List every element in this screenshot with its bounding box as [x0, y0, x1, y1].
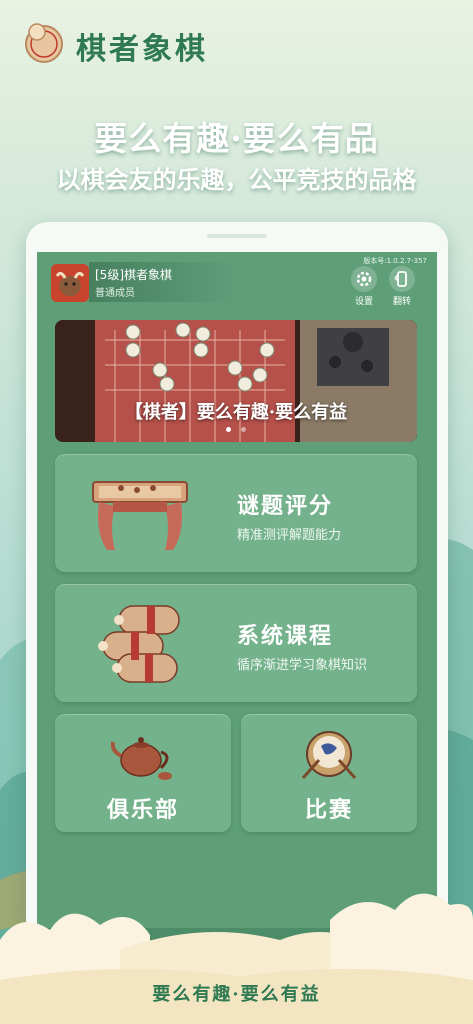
- hero-slogan-line2: 以棋会友的乐趣，公平竞技的品格: [56, 165, 417, 194]
- course-card-title: 系统课程: [237, 623, 334, 649]
- user-avatar[interactable]: [51, 264, 89, 302]
- puzzle-card-title: 谜题评分: [237, 493, 334, 519]
- gear-icon: [351, 266, 377, 292]
- banner-pagination: [55, 417, 417, 436]
- puzzle-rating-card[interactable]: 谜题评分 精准测评解题能力: [55, 454, 417, 572]
- settings-label: 设置: [354, 297, 373, 307]
- system-course-card[interactable]: 系统课程 循序渐进学习象棋知识: [55, 584, 417, 702]
- flip-button[interactable]: 翻转: [387, 266, 417, 307]
- flip-label: 翻转: [392, 297, 411, 307]
- course-card-subtitle: 循序渐进学习象棋知识: [237, 658, 368, 673]
- phone-speaker: [207, 234, 267, 238]
- hero-slogan-line1: 要么有趣·要么有品: [94, 119, 379, 158]
- match-card-title: 比赛: [304, 797, 353, 823]
- banner-dot-1[interactable]: [226, 427, 232, 432]
- phone-frame: 版本号:1.0.2.7-357 [5级]棋者象棋 普通成员 设置 翻转 【棋者】…: [26, 222, 448, 942]
- footer-slogan: 要么有趣·要么有益: [152, 984, 321, 1005]
- app-screen: 版本号:1.0.2.7-357 [5级]棋者象棋 普通成员 设置 翻转 【棋者】…: [37, 252, 437, 942]
- scroll-books-icon: [98, 605, 180, 683]
- settings-button[interactable]: 设置: [349, 266, 379, 307]
- user-name[interactable]: [5级]棋者象棋: [95, 266, 172, 283]
- app-logo: [22, 20, 66, 64]
- promo-banner[interactable]: 【棋者】要么有趣·要么有益: [55, 320, 417, 442]
- version-label: 版本号:1.0.2.7-357: [363, 257, 427, 265]
- puzzle-card-subtitle: 精准测评解题能力: [237, 528, 342, 543]
- teapot-icon: [111, 737, 172, 780]
- app-title: 棋者象棋: [76, 32, 208, 67]
- match-card[interactable]: 比赛: [241, 714, 417, 832]
- drum-icon: [301, 731, 357, 779]
- club-card-title: 俱乐部: [106, 797, 179, 823]
- flip-icon: [389, 266, 415, 292]
- chess-table-icon: [92, 481, 188, 550]
- user-role: 普通成员: [95, 288, 135, 299]
- club-card[interactable]: 俱乐部: [55, 714, 231, 832]
- banner-dot-2[interactable]: [240, 427, 246, 432]
